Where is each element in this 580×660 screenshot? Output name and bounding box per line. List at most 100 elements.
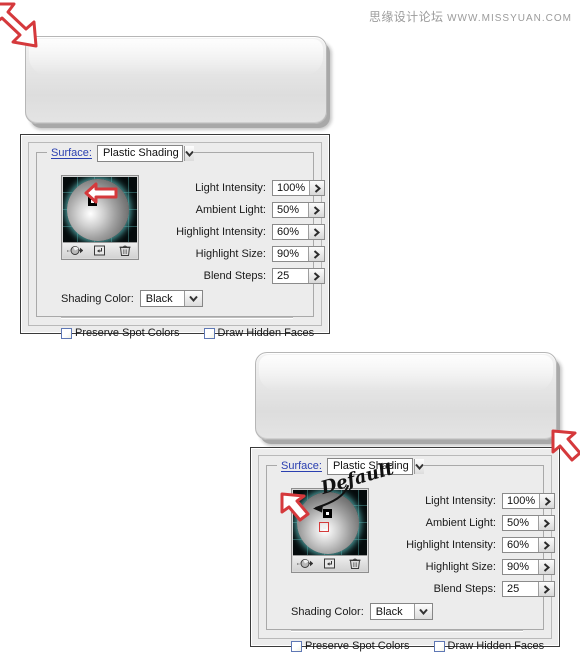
stepper-ambient-light[interactable]: [307, 203, 324, 217]
field-light-intensity[interactable]: 100%: [272, 180, 325, 196]
field-row-highlight-size: Highlight Size: 90%: [377, 556, 555, 578]
field-row-blend-steps: Blend Steps: 25: [377, 578, 555, 600]
field-ambient-light[interactable]: 50%: [272, 202, 325, 218]
field-row-highlight-intensity: Highlight Intensity: 60%: [147, 221, 325, 243]
field-value-highlight-intensity[interactable]: 60%: [503, 538, 538, 552]
light-marker-front-top[interactable]: [88, 197, 97, 206]
stepper-ambient-light[interactable]: [537, 516, 554, 530]
field-value-ambient-light[interactable]: 50%: [273, 203, 308, 217]
preview-sphere-top: [67, 179, 129, 241]
checkbox-draw-hidden-faces-bottom[interactable]: Draw Hidden Faces: [433, 640, 544, 652]
move-light-to-back-icon[interactable]: [322, 557, 338, 570]
checkbox-preserve-spot-colors-bottom[interactable]: Preserve Spot Colors: [291, 640, 410, 652]
light-preview-sphere-area-top[interactable]: [63, 177, 137, 243]
surface-fields-top: Light Intensity: 100% Ambient Light: 50%: [147, 177, 325, 287]
shading-color-value-bottom: Black: [375, 605, 403, 618]
checkbox-box[interactable]: [203, 327, 215, 339]
field-label-highlight-intensity: Highlight Intensity:: [406, 539, 496, 551]
field-blend-steps[interactable]: 25: [502, 581, 555, 597]
section-divider-bottom: [291, 630, 523, 632]
field-value-highlight-size[interactable]: 90%: [503, 560, 538, 574]
light-preview-toolbar-top: [63, 242, 137, 258]
field-row-blend-steps: Blend Steps: 25: [147, 265, 325, 287]
field-label-highlight-size: Highlight Size:: [425, 561, 496, 573]
watermark-url-text: WWW.MISSYUAN.COM: [447, 13, 572, 24]
field-blend-steps[interactable]: 25: [272, 268, 325, 284]
surface-checkboxes-top: Preserve Spot Colors Draw Hidden Faces: [61, 327, 314, 339]
field-value-blend-steps[interactable]: 25: [503, 582, 538, 596]
new-light-icon[interactable]: [297, 557, 314, 570]
stepper-blend-steps[interactable]: [307, 269, 324, 283]
light-marker-front-bottom[interactable]: [323, 509, 332, 518]
light-preview-sphere-area-bottom[interactable]: [293, 490, 367, 556]
chevron-down-icon[interactable]: [183, 145, 194, 161]
field-value-blend-steps[interactable]: 25: [273, 269, 308, 283]
shading-color-dropdown-bottom[interactable]: Black: [369, 603, 433, 620]
shading-color-label-bottom: Shading Color:: [291, 605, 364, 618]
stepper-highlight-size[interactable]: [307, 247, 324, 261]
canvas: 思缘设计论坛 WWW.MISSYUAN.COM Surface: Plastic…: [0, 0, 580, 660]
field-row-light-intensity: Light Intensity: 100%: [147, 177, 325, 199]
surface-type-dropdown-top[interactable]: Plastic Shading: [96, 144, 194, 162]
field-value-ambient-light[interactable]: 50%: [503, 516, 538, 530]
field-row-ambient-light: Ambient Light: 50%: [377, 512, 555, 534]
stepper-highlight-intensity[interactable]: [537, 538, 554, 552]
surface-options-panel-top: Surface: Plastic Shading Light Intensity…: [20, 134, 330, 339]
field-highlight-intensity[interactable]: 60%: [502, 537, 555, 553]
field-row-light-intensity: Light Intensity: 100%: [377, 490, 555, 512]
delete-light-icon[interactable]: [117, 244, 133, 257]
field-ambient-light[interactable]: 50%: [502, 515, 555, 531]
stepper-highlight-size[interactable]: [537, 560, 554, 574]
shading-color-value-top: Black: [145, 292, 173, 305]
stepper-light-intensity[interactable]: [309, 181, 324, 195]
panel-inner-frame-top: Surface: Plastic Shading Light Intensity…: [28, 142, 325, 339]
field-value-light-intensity[interactable]: 100%: [503, 494, 539, 508]
rounded-rectangle-shape-bottom[interactable]: [255, 352, 557, 440]
checkbox-box[interactable]: [61, 327, 72, 339]
light-marker-back-bottom[interactable]: [319, 522, 329, 532]
watermark-cn-text: 思缘设计论坛: [368, 10, 444, 24]
field-row-highlight-size: Highlight Size: 90%: [147, 243, 325, 265]
shading-color-dropdown-top[interactable]: Black: [139, 290, 203, 307]
stepper-blend-steps[interactable]: [537, 582, 554, 596]
rounded-rectangle-shape-top[interactable]: [25, 36, 327, 124]
surface-groupbox-top: Surface: Plastic Shading Light Intensity…: [36, 144, 325, 339]
move-light-to-back-icon[interactable]: [92, 244, 108, 257]
watermark: 思缘设计论坛 WWW.MISSYUAN.COM: [369, 8, 572, 25]
new-light-icon[interactable]: [67, 244, 84, 257]
chevron-down-icon[interactable]: [183, 291, 202, 306]
field-value-highlight-size[interactable]: 90%: [273, 247, 308, 261]
surface-checkboxes-bottom: Preserve Spot Colors Draw Hidden Faces: [291, 640, 544, 652]
field-label-highlight-intensity: Highlight Intensity:: [176, 226, 266, 238]
field-value-highlight-intensity[interactable]: 60%: [273, 225, 308, 239]
surface-label-top: Surface:: [51, 147, 92, 159]
light-preview-toolbar-bottom: [293, 555, 367, 571]
chevron-down-icon[interactable]: [413, 458, 424, 474]
field-label-blend-steps: Blend Steps:: [433, 583, 496, 595]
checkbox-label: Draw Hidden Faces: [217, 327, 315, 339]
field-highlight-size[interactable]: 90%: [502, 559, 555, 575]
field-highlight-intensity[interactable]: 60%: [272, 224, 325, 240]
field-light-intensity[interactable]: 100%: [502, 493, 555, 509]
checkbox-preserve-spot-colors-top[interactable]: Preserve Spot Colors: [61, 327, 180, 339]
checkbox-label: Preserve Spot Colors: [305, 640, 410, 652]
delete-light-icon[interactable]: [347, 557, 363, 570]
field-value-light-intensity[interactable]: 100%: [273, 181, 309, 195]
field-label-ambient-light: Ambient Light:: [425, 517, 496, 529]
surface-fields-bottom: Light Intensity: 100% Ambient Light: 50%: [377, 490, 555, 600]
checkbox-draw-hidden-faces-top[interactable]: Draw Hidden Faces: [203, 327, 315, 339]
shading-color-label-top: Shading Color:: [61, 292, 134, 305]
field-highlight-size[interactable]: 90%: [272, 246, 325, 262]
checkbox-box[interactable]: [291, 640, 302, 652]
light-preview-box-bottom[interactable]: [291, 488, 369, 573]
stepper-light-intensity[interactable]: [539, 494, 554, 508]
section-divider-top: [61, 317, 293, 319]
panel-inner-frame-bottom: Surface: Plastic Shading Light Intensity…: [258, 455, 555, 652]
surface-groupbox-bottom: Surface: Plastic Shading Light Intensity…: [266, 457, 555, 652]
light-preview-box-top[interactable]: [61, 175, 139, 260]
chevron-down-icon[interactable]: [413, 604, 432, 619]
field-label-light-intensity: Light Intensity:: [425, 495, 496, 507]
surface-legend-top: Surface: Plastic Shading: [47, 144, 194, 162]
stepper-highlight-intensity[interactable]: [307, 225, 324, 239]
checkbox-box[interactable]: [433, 640, 445, 652]
